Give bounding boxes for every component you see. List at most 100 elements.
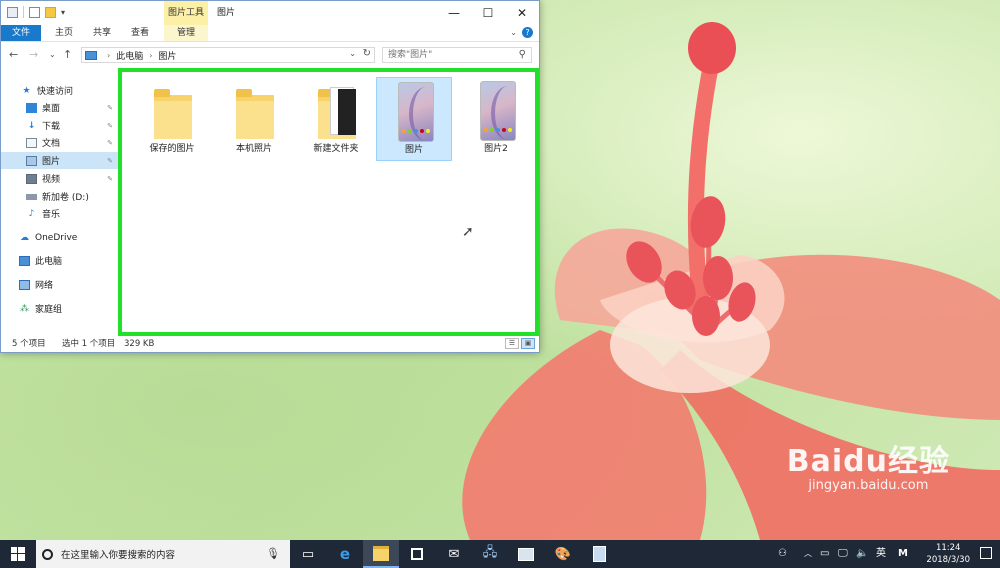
search-icon[interactable]: ⚲ — [519, 49, 526, 60]
breadcrumb-separator-icon[interactable]: › — [107, 51, 110, 60]
nav-item-label: 家庭组 — [35, 305, 63, 315]
nav-onedrive[interactable]: ☁ OneDrive — [1, 229, 118, 246]
nav-item-label: 音乐 — [42, 210, 61, 220]
image-viewer-icon[interactable] — [581, 540, 617, 568]
nav-drive-d[interactable]: 新加卷 (D:) — [1, 188, 118, 205]
nav-item-label: 新加卷 (D:) — [42, 193, 89, 203]
file-list-area[interactable]: 保存的图片 本机照片 新建文件夹 图片 图片2 ➚ — [118, 68, 539, 336]
screenshot-tool-icon[interactable] — [508, 540, 544, 568]
folder-with-content-icon — [316, 81, 356, 141]
ime-mode-indicator[interactable]: M — [898, 548, 908, 560]
ime-language-indicator[interactable]: 英 — [876, 548, 886, 560]
search-box[interactable]: ⚲ — [382, 47, 532, 63]
nav-downloads[interactable]: ↓ 下载 ✎ — [1, 117, 118, 134]
back-arrow-icon[interactable]: ← — [9, 48, 18, 62]
file-name: 本机照片 — [235, 144, 272, 154]
nav-item-label: 快速访问 — [37, 87, 74, 97]
paint-icon[interactable]: 🎨 — [545, 540, 581, 568]
folder-icon — [234, 81, 274, 141]
pin-icon[interactable]: ✎ — [107, 175, 113, 183]
tab-file[interactable]: 文件 — [1, 25, 41, 41]
file-name: 保存的图片 — [149, 144, 195, 154]
computer-icon — [85, 50, 97, 60]
forward-arrow-icon[interactable]: → — [29, 48, 38, 62]
tab-home[interactable]: 主页 — [49, 25, 79, 41]
power-icon[interactable]: ▭ — [820, 548, 829, 560]
edge-icon[interactable]: e — [327, 540, 363, 568]
properties-icon[interactable] — [29, 6, 40, 18]
address-bar[interactable]: › 此电脑 › 图片 ⌄ ↻ — [81, 47, 375, 63]
video-icon — [26, 173, 37, 184]
task-view-icon[interactable]: ▭ — [290, 540, 326, 568]
maximize-button[interactable]: ☐ — [471, 1, 505, 25]
pin-icon[interactable]: ✎ — [107, 122, 113, 130]
system-tray: ⚇ ︿ ▭ 🖵 🔈 英 M 11:24 2018/3/30 — [760, 540, 1000, 568]
watermark-url: jingyan.baidu.com — [808, 478, 929, 493]
nav-homegroup[interactable]: ⁂ 家庭组 — [1, 300, 118, 317]
nav-this-pc[interactable]: 此电脑 — [1, 252, 118, 269]
show-hidden-icons-icon[interactable]: ︿ — [804, 548, 812, 560]
network-app-icon[interactable]: 🖧 — [472, 540, 508, 568]
window-menu-icon[interactable] — [7, 6, 18, 18]
file-item-saved-pictures[interactable]: 保存的图片 — [134, 77, 210, 161]
toolbar-divider — [23, 6, 24, 18]
refresh-icon[interactable]: ↻ — [363, 48, 371, 59]
store-icon[interactable] — [399, 540, 435, 568]
help-icon[interactable]: ? — [522, 27, 533, 38]
microphone-icon[interactable]: 🎙 — [266, 547, 280, 560]
nav-videos[interactable]: 视频 ✎ — [1, 170, 118, 187]
nav-item-label: 文档 — [42, 139, 61, 149]
file-name: 新建文件夹 — [313, 144, 359, 154]
search-input[interactable] — [388, 48, 508, 62]
system-clock[interactable]: 11:24 2018/3/30 — [926, 542, 970, 566]
volume-icon[interactable]: 🔈 — [856, 548, 868, 560]
music-icon: ♪ — [28, 208, 35, 219]
title-bar[interactable]: ▾ 图片工具 图片 — ☐ ✕ — [1, 1, 539, 25]
nav-pictures[interactable]: 图片 ✎ — [1, 152, 118, 169]
file-explorer-icon[interactable] — [363, 540, 399, 568]
expand-ribbon-icon[interactable]: ⌄ — [510, 28, 517, 37]
tab-view[interactable]: 查看 — [125, 25, 155, 41]
people-icon[interactable]: ⚇ — [778, 548, 787, 560]
action-center-icon[interactable] — [980, 547, 992, 559]
nav-music[interactable]: ♪ 音乐 — [1, 205, 118, 222]
pin-icon[interactable]: ✎ — [107, 104, 113, 112]
file-item-new-folder[interactable]: 新建文件夹 — [298, 77, 374, 161]
file-item-picture[interactable]: 图片 — [376, 77, 452, 161]
cortana-icon[interactable] — [42, 548, 53, 560]
close-button[interactable]: ✕ — [505, 1, 539, 25]
breadcrumb-this-pc[interactable]: 此电脑 — [116, 49, 143, 62]
tab-manage[interactable]: 管理 — [164, 25, 208, 41]
pin-icon[interactable]: ✎ — [107, 139, 113, 147]
new-folder-icon[interactable] — [45, 6, 56, 18]
address-dropdown-icon[interactable]: ⌄ — [349, 49, 356, 58]
start-button[interactable] — [0, 540, 36, 568]
star-icon: ★ — [22, 85, 31, 96]
nav-desktop[interactable]: 桌面 ✎ — [1, 99, 118, 116]
navigation-bar: ← → ⌄ ↑ › 此电脑 › 图片 ⌄ ↻ ⚲ — [1, 42, 539, 68]
breadcrumb-pictures[interactable]: 图片 — [158, 49, 176, 62]
large-icons-view-icon[interactable]: ▣ — [521, 338, 535, 349]
nav-item-label: 网络 — [35, 281, 54, 291]
breadcrumb-separator-icon[interactable]: › — [149, 51, 152, 60]
up-arrow-icon[interactable]: ↑ — [63, 48, 72, 62]
file-name: 图片2 — [484, 144, 508, 154]
selection-count: 选中 1 个项目 — [62, 339, 116, 349]
image-thumbnail-icon — [394, 82, 434, 142]
nav-network[interactable]: 网络 — [1, 276, 118, 293]
customize-toolbar-icon[interactable]: ▾ — [61, 8, 65, 17]
nav-quick-access[interactable]: ★ 快速访问 — [1, 82, 118, 99]
recent-locations-icon[interactable]: ⌄ — [49, 48, 56, 62]
file-item-camera-roll[interactable]: 本机照片 — [216, 77, 292, 161]
network-status-icon[interactable]: 🖵 — [838, 548, 848, 560]
taskbar-search-box[interactable]: 在这里输入你要搜索的内容 🎙 — [36, 540, 290, 568]
mail-icon[interactable]: ✉ — [436, 540, 472, 568]
nav-documents[interactable]: 文档 ✎ — [1, 134, 118, 151]
tab-share[interactable]: 共享 — [87, 25, 117, 41]
pin-icon[interactable]: ✎ — [107, 157, 113, 165]
nav-item-label: OneDrive — [35, 232, 78, 243]
details-view-icon[interactable]: ☰ — [505, 338, 519, 349]
window-title: 图片 — [217, 8, 236, 18]
file-item-picture-2[interactable]: 图片2 — [458, 77, 534, 161]
minimize-button[interactable]: — — [437, 1, 471, 25]
